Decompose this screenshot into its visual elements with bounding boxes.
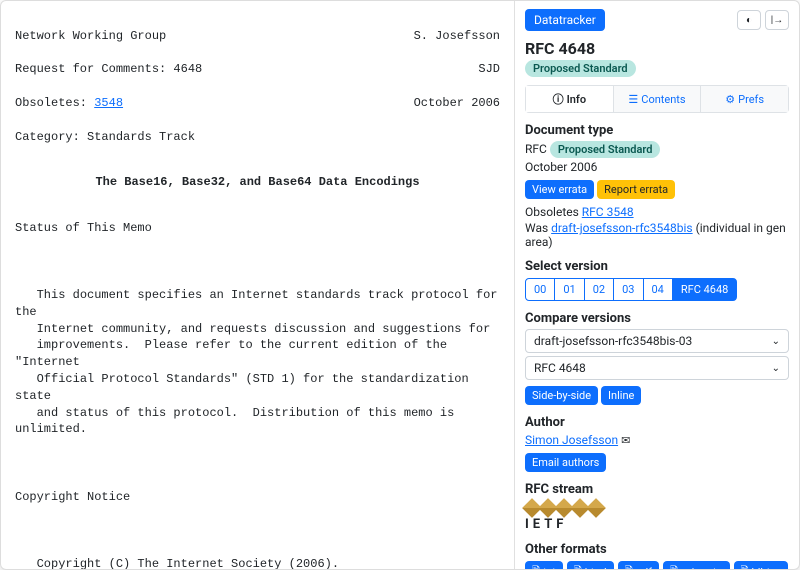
doctype-heading: Document type	[525, 123, 789, 138]
doctype-badge: Proposed Standard	[550, 141, 661, 158]
obsoletes-rfc-link[interactable]: RFC 3548	[582, 205, 634, 219]
view-errata-button[interactable]: View errata	[525, 180, 594, 199]
file-icon	[670, 564, 678, 569]
copyright-heading: Copyright Notice	[15, 489, 500, 506]
file-icon	[625, 564, 633, 569]
author-link[interactable]: Simon Josefsson	[525, 433, 618, 447]
hdr-r2: SJD	[478, 61, 500, 78]
hdr-r3: October 2006	[414, 95, 500, 112]
doc-date: October 2006	[525, 160, 789, 174]
gear-icon: ⚙	[725, 93, 735, 106]
compare-heading: Compare versions	[525, 311, 789, 326]
doc-title: The Base16, Base32, and Base64 Data Enco…	[15, 174, 500, 191]
copyright-body: Copyright (C) The Internet Society (2006…	[15, 556, 500, 569]
format-txt[interactable]: txt	[525, 561, 563, 569]
version-02[interactable]: 02	[584, 278, 614, 301]
hdr-l2: Request for Comments: 4648	[15, 61, 202, 78]
version-04[interactable]: 04	[643, 278, 673, 301]
hdr-l4: Category: Standards Track	[15, 130, 195, 144]
version-03[interactable]: 03	[613, 278, 643, 301]
chevron-down-icon: ⌄	[772, 336, 780, 347]
hdr-l3: Obsoletes:	[15, 96, 94, 110]
format-pdf[interactable]: pdf	[618, 561, 659, 569]
version-00[interactable]: 00	[525, 278, 555, 301]
version-current[interactable]: RFC 4648	[672, 278, 737, 301]
ietf-logo-icon	[525, 501, 789, 515]
sidebar: Datatracker ◐ |→ RFC 4648 Proposed Stand…	[514, 1, 799, 569]
document-body: Network Working Group S. Josefsson Reques…	[1, 1, 514, 569]
chevron-down-icon: ⌄	[772, 363, 780, 374]
compare-select-b[interactable]: RFC 4648⌄	[525, 356, 789, 380]
status-body: This document specifies an Internet stan…	[15, 287, 500, 438]
tab-info[interactable]: ⓘInfo	[526, 86, 613, 112]
compare-select-a[interactable]: draft-josefsson-rfc3548bis-03⌄	[525, 329, 789, 353]
inline-button[interactable]: Inline	[601, 386, 641, 405]
file-icon	[741, 564, 749, 569]
datatracker-button[interactable]: Datatracker	[525, 9, 605, 31]
collapse-sidebar-button[interactable]: |→	[765, 10, 789, 30]
tab-prefs[interactable]: ⚙Prefs	[700, 86, 788, 112]
format-werrata[interactable]: w/errata	[663, 561, 730, 569]
file-icon	[532, 564, 540, 569]
info-icon: ⓘ	[553, 91, 564, 107]
doctype-prefix: RFC	[525, 142, 547, 156]
select-version-heading: Select version	[525, 259, 789, 274]
author-heading: Author	[525, 415, 789, 430]
email-authors-button[interactable]: Email authors	[525, 453, 606, 472]
list-icon: ☰	[628, 93, 638, 106]
report-errata-button[interactable]: Report errata	[597, 180, 675, 199]
file-icon	[574, 564, 582, 569]
hdr-r1: S. Josefsson	[414, 28, 500, 45]
ietf-text: IETF	[525, 517, 789, 532]
format-html[interactable]: html	[567, 561, 614, 569]
tab-contents[interactable]: ☰Contents	[613, 86, 701, 112]
was-draft-link[interactable]: draft-josefsson-rfc3548bis	[551, 221, 692, 235]
mail-icon[interactable]	[621, 433, 630, 447]
hdr-l1: Network Working Group	[15, 28, 166, 45]
obsoletes-label: Obsoletes	[525, 205, 582, 219]
status-heading: Status of This Memo	[15, 220, 500, 237]
formats-heading: Other formats	[525, 542, 789, 557]
side-by-side-button[interactable]: Side-by-side	[525, 386, 598, 405]
stream-heading: RFC stream	[525, 482, 789, 497]
status-badge: Proposed Standard	[525, 60, 636, 77]
rfc-number: RFC 4648	[525, 39, 789, 58]
tabs: ⓘInfo ☰Contents ⚙Prefs	[525, 85, 789, 113]
version-group: 00 01 02 03 04 RFC 4648	[525, 278, 789, 301]
version-01[interactable]: 01	[554, 278, 584, 301]
theme-toggle[interactable]: ◐	[737, 10, 761, 30]
obsoletes-link[interactable]: 3548	[94, 96, 123, 110]
was-label: Was	[525, 221, 551, 235]
format-bibtex[interactable]: bibtex	[734, 561, 789, 569]
